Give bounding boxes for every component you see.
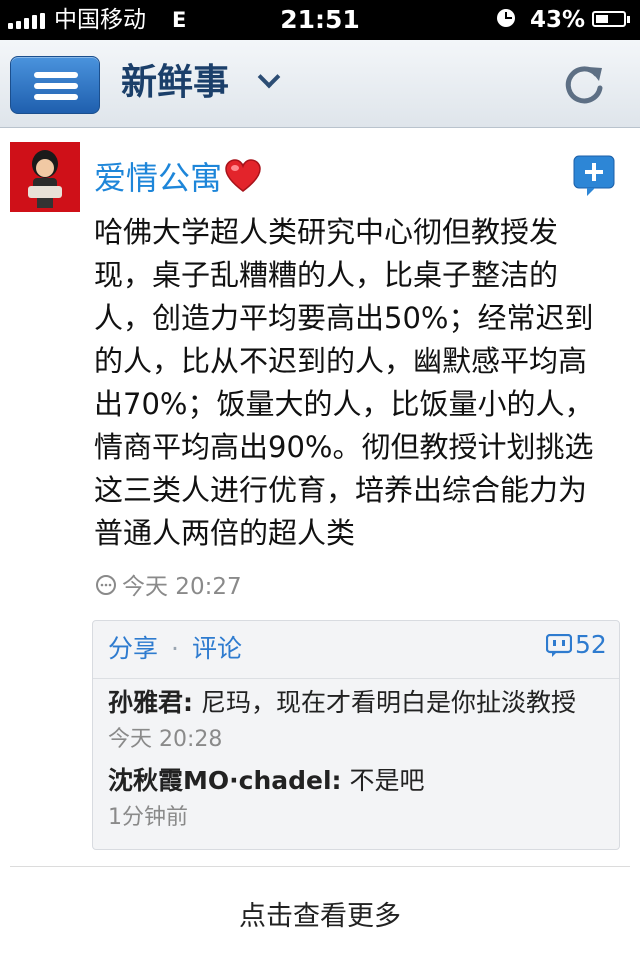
comment-text: 尼玛，现在才看明白是你扯淡教授 — [193, 688, 576, 717]
load-more-button[interactable]: 点击查看更多 — [0, 897, 640, 937]
comment-user[interactable]: 孙雅君: — [108, 688, 193, 717]
post-timestamp: 今天 20:27 — [122, 574, 242, 600]
post-text: 哈佛大学超人类研究中心彻但教授发现，桌子乱糟糟的人，比桌子整洁的人，创造力平均要… — [94, 215, 594, 550]
post-timestamp-row: 今天 20:27 — [94, 571, 242, 603]
comment-link[interactable]: 评论 — [192, 633, 242, 665]
plus-bubble-icon — [573, 155, 615, 196]
comment-user[interactable]: 沈秋霞MO·chadel: — [108, 766, 342, 795]
comment-item[interactable]: 沈秋霞MO·chadel: 不是吧 — [108, 765, 608, 797]
battery-percent: 43% — [530, 7, 586, 33]
nav-bar: 新鲜事 — [0, 40, 640, 128]
comment-time: 1分钟前 — [108, 805, 188, 830]
divider — [93, 678, 619, 679]
hamburger-icon-bar — [34, 94, 78, 100]
comment-text: 不是吧 — [341, 766, 425, 795]
menu-button[interactable] — [10, 56, 100, 114]
heart-icon — [225, 159, 261, 192]
refresh-button[interactable] — [558, 58, 610, 110]
author-name[interactable]: 爱情公寓 — [94, 158, 222, 198]
comment-bubble-icon — [96, 575, 116, 595]
avatar[interactable] — [10, 142, 80, 212]
status-bar: 中国移动 E 21:51 43% — [0, 0, 640, 40]
alarm-clock-icon — [497, 9, 515, 27]
comment-time: 今天 20:28 — [108, 727, 223, 752]
share-link[interactable]: 分享 — [108, 633, 158, 665]
comment-count-icon[interactable] — [546, 634, 572, 658]
comment-count[interactable]: 52 — [575, 629, 607, 661]
separator-dot: · — [171, 634, 179, 663]
page-title[interactable]: 新鲜事 — [121, 61, 229, 105]
comment-item[interactable]: 孙雅君: 尼玛，现在才看明白是你扯淡教授 — [108, 687, 608, 719]
chevron-down-icon[interactable] — [258, 68, 278, 88]
hamburger-icon-bar — [34, 83, 78, 89]
refresh-icon — [565, 66, 603, 104]
hamburger-icon — [34, 72, 78, 78]
avatar-image — [10, 142, 80, 212]
comments-panel: 分享 · 评论 52 孙雅君: 尼玛，现在才看明白是你扯淡教授 今天 20:28… — [92, 620, 620, 850]
divider — [10, 866, 630, 867]
add-button[interactable] — [573, 155, 615, 197]
battery-icon — [592, 11, 630, 27]
